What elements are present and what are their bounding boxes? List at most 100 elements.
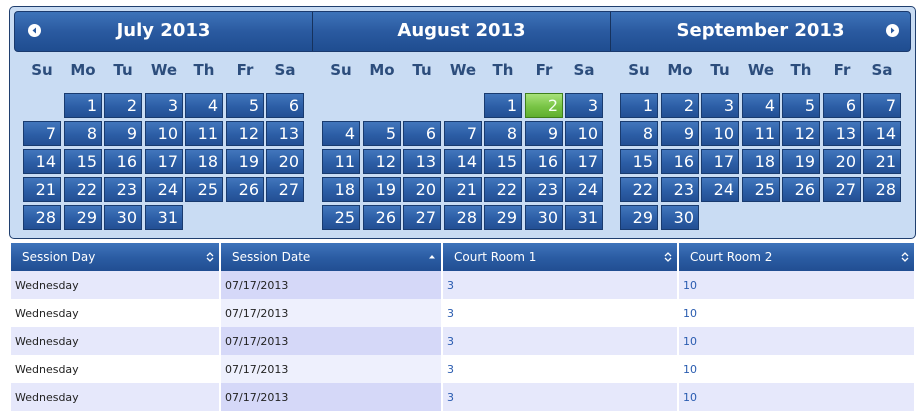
day-cell-august-7[interactable]: 7 (444, 121, 482, 146)
day-cell-september-29[interactable]: 29 (620, 205, 658, 230)
day-cell-july-19[interactable]: 19 (226, 149, 264, 174)
day-cell-august-5[interactable]: 5 (363, 121, 401, 146)
day-cell-august-16[interactable]: 16 (525, 149, 563, 174)
day-cell-august-6[interactable]: 6 (403, 121, 441, 146)
court-room-1-cell[interactable]: 3 (441, 355, 678, 383)
day-cell-july-23[interactable]: 23 (104, 177, 142, 202)
day-cell-august-13[interactable]: 13 (403, 149, 441, 174)
day-cell-september-14[interactable]: 14 (863, 121, 901, 146)
table-row[interactable]: Wednesday 07/17/2013 3 10 (11, 327, 914, 355)
day-cell-september-2[interactable]: 2 (661, 93, 699, 118)
day-cell-september-4[interactable]: 4 (742, 93, 780, 118)
day-cell-july-21[interactable]: 21 (23, 177, 61, 202)
day-cell-july-7[interactable]: 7 (23, 121, 61, 146)
court-room-1-cell[interactable]: 3 (441, 271, 678, 299)
day-cell-july-28[interactable]: 28 (23, 205, 61, 230)
day-cell-august-9[interactable]: 9 (525, 121, 563, 146)
day-cell-july-10[interactable]: 10 (145, 121, 183, 146)
day-cell-august-4[interactable]: 4 (322, 121, 360, 146)
court-room-1-cell[interactable]: 3 (441, 383, 678, 411)
day-cell-july-4[interactable]: 4 (185, 93, 223, 118)
day-cell-september-1[interactable]: 1 (620, 93, 658, 118)
day-cell-august-26[interactable]: 26 (363, 205, 401, 230)
day-cell-september-28[interactable]: 28 (863, 177, 901, 202)
court-room-1-cell[interactable]: 3 (441, 299, 678, 327)
day-cell-september-20[interactable]: 20 (823, 149, 861, 174)
column-header-court-room-2[interactable]: Court Room 2 (677, 243, 914, 271)
day-cell-september-18[interactable]: 18 (742, 149, 780, 174)
day-cell-august-25[interactable]: 25 (322, 205, 360, 230)
day-cell-september-23[interactable]: 23 (661, 177, 699, 202)
day-cell-august-19[interactable]: 19 (363, 177, 401, 202)
court-room-2-cell[interactable]: 10 (677, 355, 914, 383)
day-cell-september-22[interactable]: 22 (620, 177, 658, 202)
day-cell-september-24[interactable]: 24 (701, 177, 739, 202)
day-cell-july-6[interactable]: 6 (266, 93, 304, 118)
day-cell-july-12[interactable]: 12 (226, 121, 264, 146)
day-cell-august-12[interactable]: 12 (363, 149, 401, 174)
column-header-session-day[interactable]: Session Day (11, 243, 220, 271)
day-cell-july-15[interactable]: 15 (64, 149, 102, 174)
court-room-2-cell[interactable]: 10 (677, 383, 914, 411)
day-cell-september-26[interactable]: 26 (782, 177, 820, 202)
day-cell-july-20[interactable]: 20 (266, 149, 304, 174)
column-header-session-date[interactable]: Session Date (219, 243, 442, 271)
table-row[interactable]: Wednesday 07/17/2013 3 10 (11, 299, 914, 327)
day-cell-september-10[interactable]: 10 (701, 121, 739, 146)
day-cell-july-27[interactable]: 27 (266, 177, 304, 202)
court-room-2-cell[interactable]: 10 (677, 271, 914, 299)
day-cell-august-21[interactable]: 21 (444, 177, 482, 202)
day-cell-july-31[interactable]: 31 (145, 205, 183, 230)
day-cell-september-15[interactable]: 15 (620, 149, 658, 174)
day-cell-august-2[interactable]: 2 (525, 93, 563, 118)
day-cell-september-25[interactable]: 25 (742, 177, 780, 202)
table-row[interactable]: Wednesday 07/17/2013 3 10 (11, 383, 914, 411)
day-cell-july-22[interactable]: 22 (64, 177, 102, 202)
day-cell-august-11[interactable]: 11 (322, 149, 360, 174)
day-cell-july-8[interactable]: 8 (64, 121, 102, 146)
day-cell-september-6[interactable]: 6 (823, 93, 861, 118)
day-cell-august-27[interactable]: 27 (403, 205, 441, 230)
day-cell-september-9[interactable]: 9 (661, 121, 699, 146)
day-cell-august-8[interactable]: 8 (484, 121, 522, 146)
day-cell-august-31[interactable]: 31 (565, 205, 603, 230)
day-cell-july-25[interactable]: 25 (185, 177, 223, 202)
day-cell-august-23[interactable]: 23 (525, 177, 563, 202)
day-cell-july-9[interactable]: 9 (104, 121, 142, 146)
day-cell-july-5[interactable]: 5 (226, 93, 264, 118)
day-cell-july-18[interactable]: 18 (185, 149, 223, 174)
day-cell-september-17[interactable]: 17 (701, 149, 739, 174)
table-row[interactable]: Wednesday 07/17/2013 3 10 (11, 355, 914, 383)
day-cell-september-21[interactable]: 21 (863, 149, 901, 174)
day-cell-august-20[interactable]: 20 (403, 177, 441, 202)
court-room-2-cell[interactable]: 10 (677, 299, 914, 327)
day-cell-august-10[interactable]: 10 (565, 121, 603, 146)
day-cell-september-8[interactable]: 8 (620, 121, 658, 146)
day-cell-july-16[interactable]: 16 (104, 149, 142, 174)
day-cell-july-29[interactable]: 29 (64, 205, 102, 230)
day-cell-august-14[interactable]: 14 (444, 149, 482, 174)
day-cell-august-17[interactable]: 17 (565, 149, 603, 174)
day-cell-july-2[interactable]: 2 (104, 93, 142, 118)
day-cell-september-27[interactable]: 27 (823, 177, 861, 202)
next-month-button[interactable] (886, 24, 899, 37)
day-cell-september-19[interactable]: 19 (782, 149, 820, 174)
day-cell-august-1[interactable]: 1 (484, 93, 522, 118)
day-cell-july-30[interactable]: 30 (104, 205, 142, 230)
day-cell-july-13[interactable]: 13 (266, 121, 304, 146)
day-cell-september-16[interactable]: 16 (661, 149, 699, 174)
day-cell-july-14[interactable]: 14 (23, 149, 61, 174)
column-header-court-room-1[interactable]: Court Room 1 (441, 243, 678, 271)
day-cell-july-3[interactable]: 3 (145, 93, 183, 118)
day-cell-september-5[interactable]: 5 (782, 93, 820, 118)
court-room-2-cell[interactable]: 10 (677, 327, 914, 355)
table-row[interactable]: Wednesday 07/17/2013 3 10 (11, 271, 914, 299)
day-cell-august-24[interactable]: 24 (565, 177, 603, 202)
day-cell-september-7[interactable]: 7 (863, 93, 901, 118)
court-room-1-cell[interactable]: 3 (441, 327, 678, 355)
day-cell-august-28[interactable]: 28 (444, 205, 482, 230)
day-cell-august-30[interactable]: 30 (525, 205, 563, 230)
day-cell-july-1[interactable]: 1 (64, 93, 102, 118)
day-cell-september-12[interactable]: 12 (782, 121, 820, 146)
day-cell-july-26[interactable]: 26 (226, 177, 264, 202)
